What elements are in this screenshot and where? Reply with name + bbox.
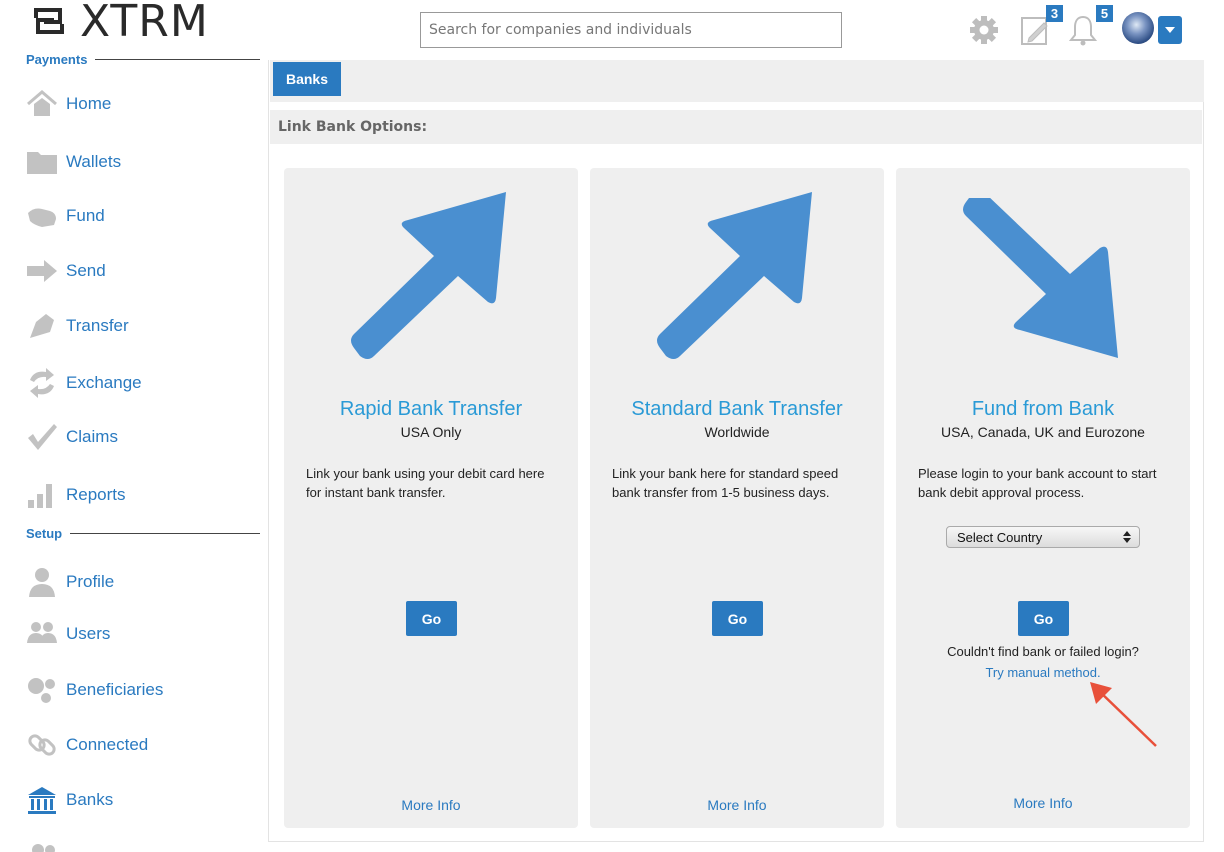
sidebar-item-beneficiaries[interactable]: Beneficiaries bbox=[26, 672, 266, 708]
sidebar-item-label: Claims bbox=[66, 427, 118, 446]
home-icon bbox=[27, 90, 57, 116]
xtrm-logo-icon bbox=[34, 8, 64, 34]
search-input[interactable] bbox=[420, 12, 842, 48]
arrow-down-right-icon bbox=[963, 198, 1118, 358]
bank-icon bbox=[28, 787, 56, 814]
sidebar-item-label: Wallets bbox=[66, 152, 122, 171]
card-subtitle: USA Only bbox=[400, 424, 462, 440]
tab-banks[interactable]: Banks bbox=[273, 62, 341, 96]
sidebar-item-wallets[interactable]: Wallets bbox=[26, 144, 266, 180]
card-description: Please login to your bank account to sta… bbox=[918, 466, 1157, 500]
sidebar-item-label: Send bbox=[66, 261, 106, 280]
account-dropdown-button[interactable] bbox=[1158, 16, 1182, 44]
more-info-link[interactable]: More Info bbox=[284, 797, 578, 813]
link-icon bbox=[28, 734, 56, 756]
failed-login-note: Couldn't find bank or failed login? bbox=[947, 644, 1139, 659]
options-heading: Link Bank Options: bbox=[278, 119, 428, 135]
manual-method-link[interactable]: Try manual method. bbox=[896, 665, 1190, 680]
sidebar-item-label: Connected bbox=[66, 735, 149, 754]
bell-icon[interactable] bbox=[1068, 14, 1098, 46]
sidebar-item-connected[interactable]: Connected bbox=[26, 727, 266, 763]
sidebar-item-exchange[interactable]: Exchange bbox=[26, 365, 266, 401]
setup-heading: Setup bbox=[26, 526, 260, 541]
card-standard-bank-transfer: Standard Bank Transfer Worldwide Link yo… bbox=[590, 168, 884, 828]
annotation-arrow-icon bbox=[1090, 682, 1157, 747]
options-heading-bar: Link Bank Options: bbox=[270, 110, 1202, 144]
go-button[interactable]: Go bbox=[406, 601, 457, 636]
sidebar-item-home[interactable]: Home bbox=[26, 86, 266, 122]
avatar[interactable] bbox=[1122, 12, 1154, 44]
tab-bar bbox=[270, 60, 1204, 102]
users-icon bbox=[27, 622, 57, 643]
card-subtitle: Worldwide bbox=[704, 424, 770, 440]
sidebar-item-label: Transfer bbox=[66, 316, 129, 335]
beneficiaries-icon bbox=[28, 678, 55, 703]
folder-icon bbox=[27, 152, 57, 174]
card-title: Fund from Bank bbox=[971, 398, 1115, 420]
sidebar-item-label: Fund bbox=[66, 206, 105, 225]
sidebar-item-label: Users bbox=[66, 624, 111, 643]
card-description: Link your bank using your debit card her… bbox=[306, 466, 545, 500]
card-title: Rapid Bank Transfer bbox=[339, 398, 523, 420]
hand-icon bbox=[28, 208, 56, 227]
card-title: Standard Bank Transfer bbox=[631, 398, 843, 420]
checkmark-icon bbox=[28, 424, 57, 450]
logo[interactable]: XTRM bbox=[30, 0, 209, 47]
sidebar-item-label: Banks bbox=[66, 790, 114, 809]
sidebar-item-users[interactable]: Users bbox=[26, 616, 266, 652]
sidebar-item-send[interactable]: Send bbox=[26, 253, 266, 289]
sidebar-item-transfer[interactable]: Transfer bbox=[26, 308, 266, 344]
alerts-badge: 5 bbox=[1096, 5, 1113, 22]
sidebar-item-label: Reports bbox=[66, 485, 126, 504]
sidebar-item-label: Beneficiaries bbox=[66, 680, 164, 699]
sidebar-item-reports[interactable]: Reports bbox=[26, 477, 266, 513]
country-select[interactable]: Select Country bbox=[946, 526, 1140, 548]
gear-icon[interactable] bbox=[968, 14, 1000, 46]
bar-chart-icon bbox=[28, 484, 52, 508]
go-button[interactable]: Go bbox=[1018, 601, 1069, 636]
select-arrows-icon bbox=[1123, 531, 1131, 543]
card-description: Link your bank here for standard speed b… bbox=[612, 466, 839, 500]
sidebar-item-label: Home bbox=[66, 94, 112, 113]
sidebar-item-banks[interactable]: Banks bbox=[26, 782, 266, 818]
card-rapid-bank-transfer: Rapid Bank Transfer USA Only Link your b… bbox=[284, 168, 578, 828]
card-subtitle: USA, Canada, UK and Eurozone bbox=[941, 424, 1145, 440]
transfer-icon bbox=[30, 314, 54, 338]
sidebar-item-label: Exchange bbox=[66, 373, 142, 392]
arrow-up-right-icon bbox=[657, 192, 812, 359]
sidebar-item-partial bbox=[30, 840, 150, 852]
sidebar-item-fund[interactable]: Fund bbox=[26, 198, 266, 234]
more-info-link[interactable]: More Info bbox=[590, 797, 884, 813]
logo-text: XTRM bbox=[80, 0, 209, 47]
sidebar-item-profile[interactable]: Profile bbox=[26, 564, 266, 600]
arrow-up-right-icon bbox=[351, 192, 506, 359]
sidebar-item-label: Profile bbox=[66, 572, 115, 591]
more-info-link[interactable]: More Info bbox=[896, 795, 1190, 811]
sidebar-item-claims[interactable]: Claims bbox=[26, 419, 266, 455]
cut-off-icon bbox=[32, 844, 55, 852]
exchange-icon bbox=[30, 368, 54, 398]
notes-badge: 3 bbox=[1046, 5, 1063, 22]
person-icon bbox=[29, 568, 55, 597]
country-select-value: Select Country bbox=[957, 529, 1043, 545]
go-button[interactable]: Go bbox=[712, 601, 763, 636]
chevron-down-icon bbox=[1165, 27, 1175, 33]
arrow-right-icon bbox=[27, 260, 57, 282]
payments-heading: Payments bbox=[26, 52, 260, 67]
